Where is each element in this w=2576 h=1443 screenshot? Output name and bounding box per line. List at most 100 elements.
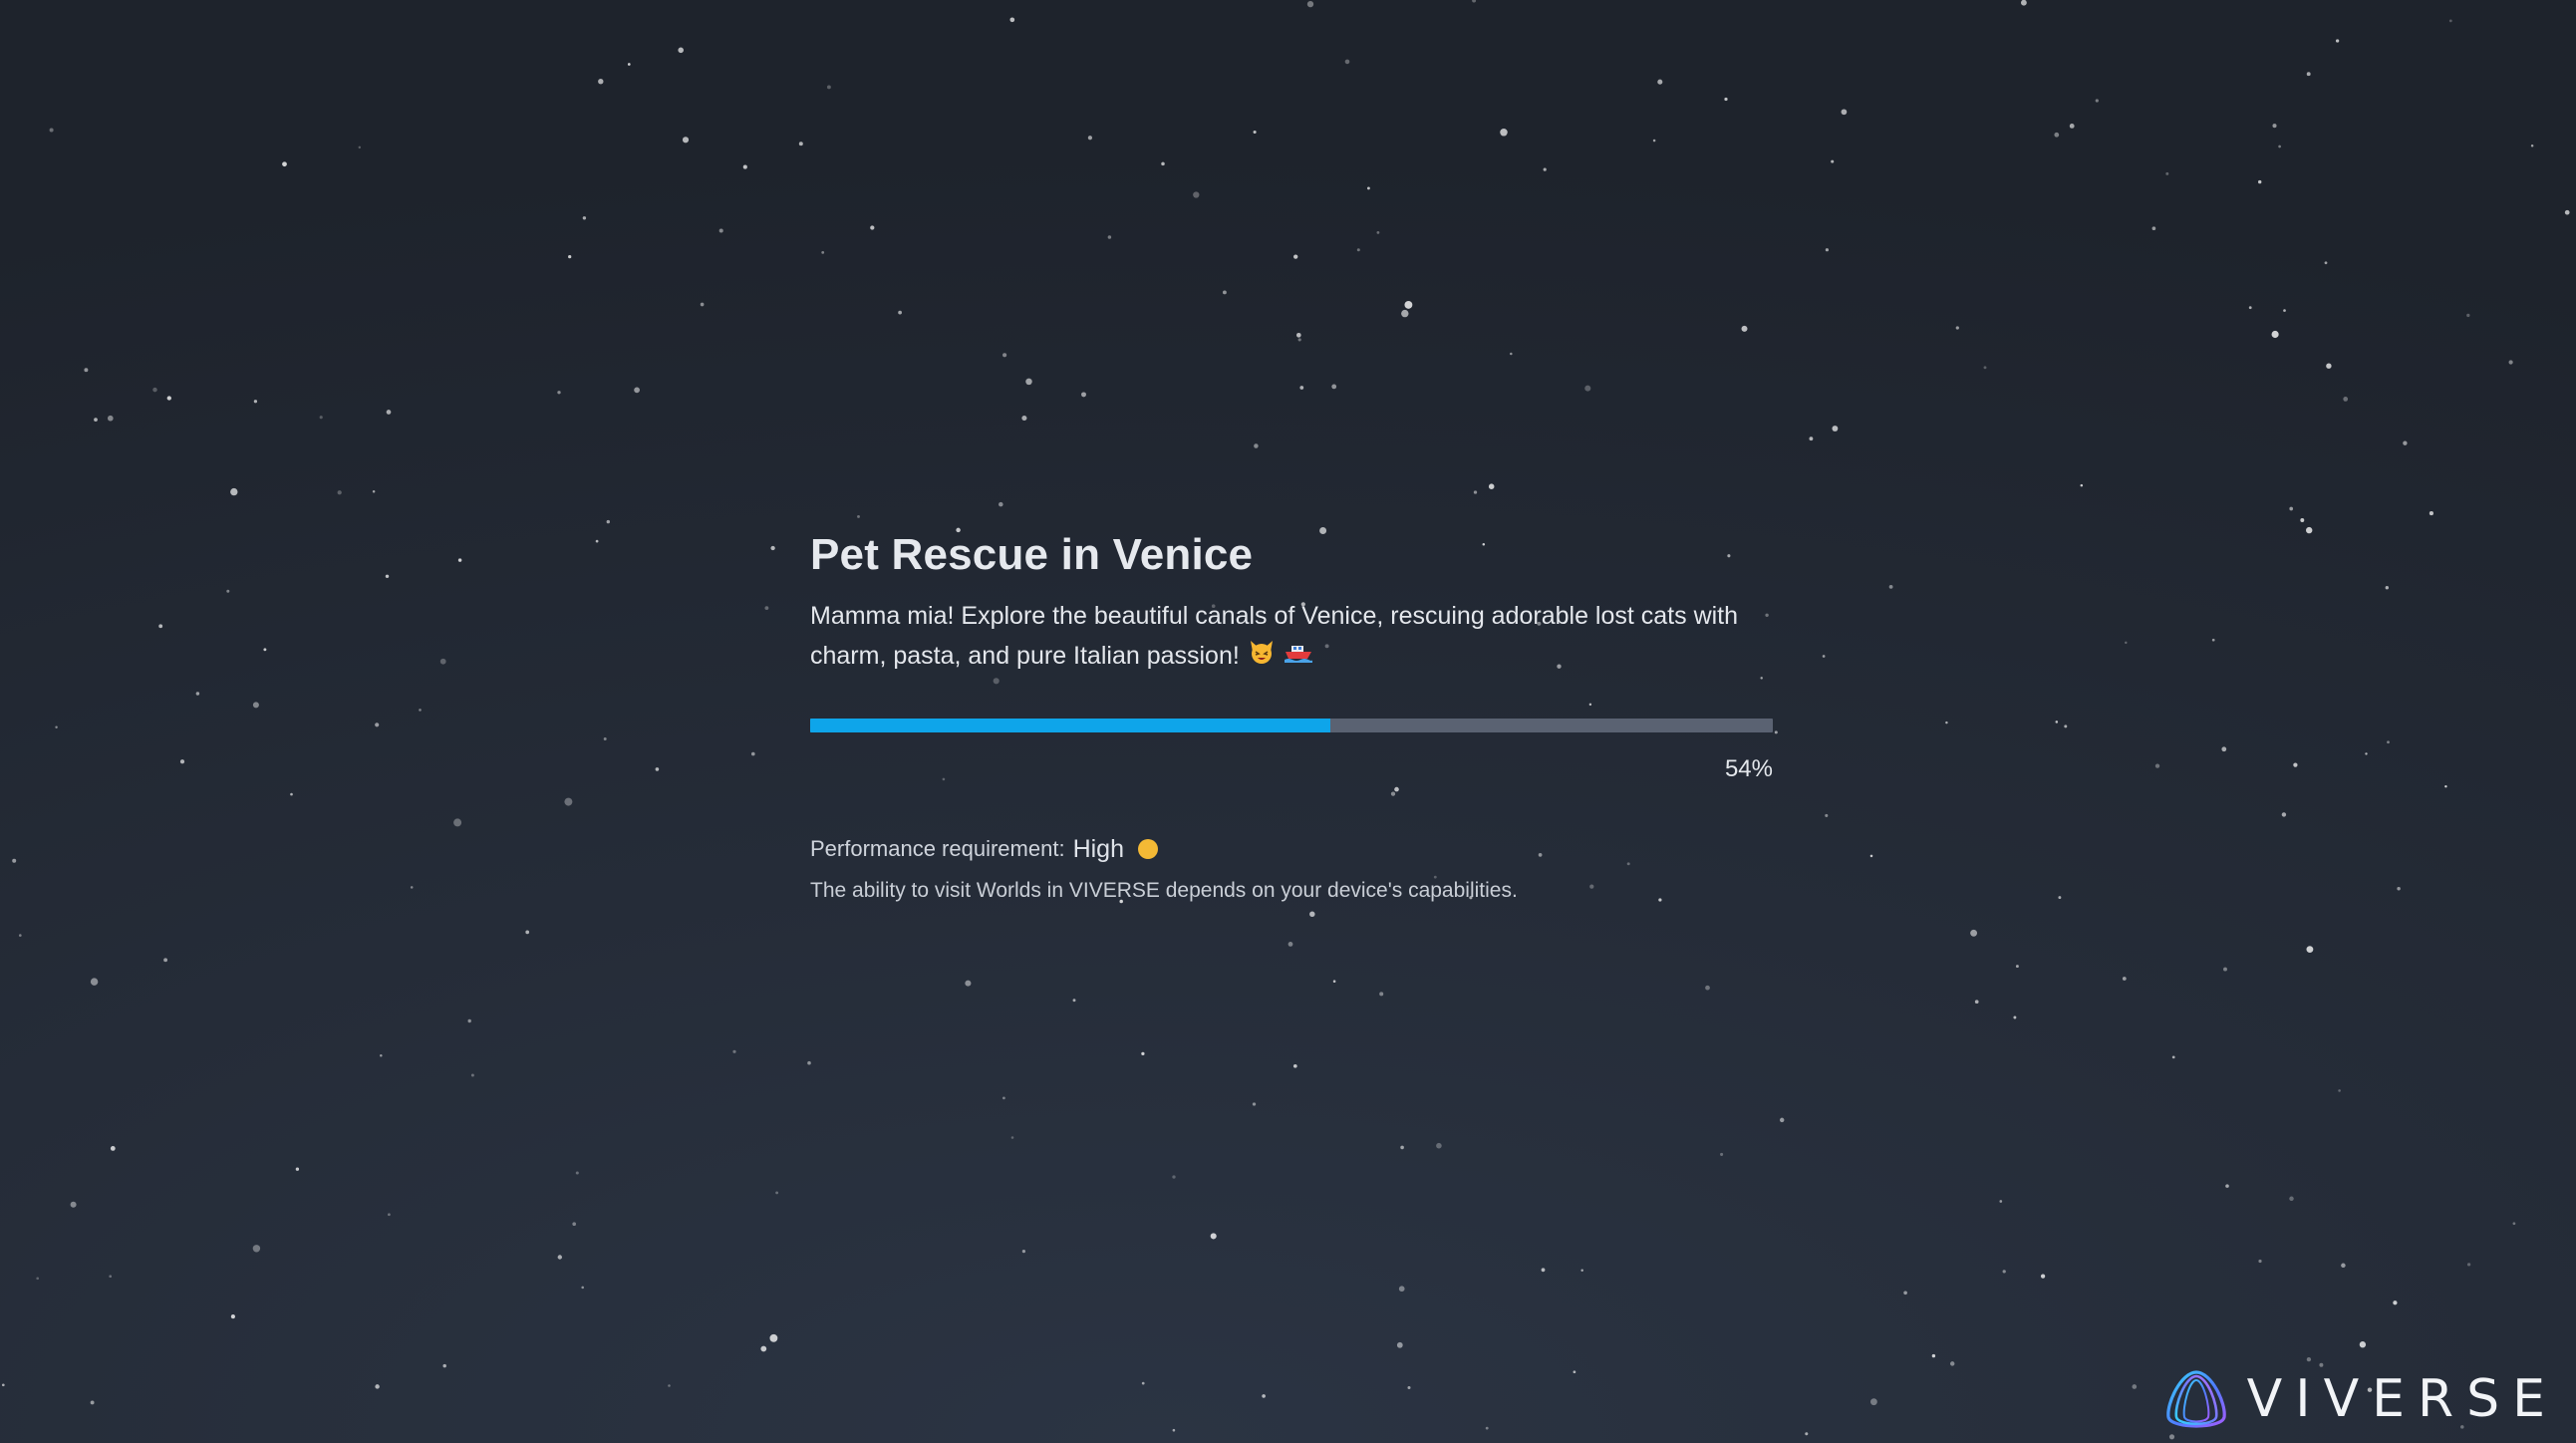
star xyxy=(2385,586,2389,590)
star xyxy=(1488,483,1495,489)
star xyxy=(732,1049,736,1053)
star xyxy=(2338,1089,2341,1092)
star xyxy=(1407,1385,1411,1390)
star xyxy=(1931,1353,1936,1358)
star xyxy=(606,519,610,524)
star xyxy=(2040,1274,2046,1279)
star xyxy=(655,767,660,771)
star xyxy=(1141,1381,1145,1385)
star xyxy=(2211,638,2215,642)
star xyxy=(2271,330,2279,339)
star xyxy=(2223,967,2227,972)
star xyxy=(1021,415,1027,422)
star xyxy=(253,400,258,404)
star xyxy=(1888,585,1893,589)
star xyxy=(439,658,446,665)
star xyxy=(2221,746,2227,752)
star xyxy=(295,1167,300,1171)
star xyxy=(1009,17,1015,23)
star xyxy=(678,47,684,54)
star xyxy=(1949,1361,1955,1366)
star xyxy=(2258,179,2262,184)
world-loading-panel: Pet Rescue in Venice Mamma mia! Explore … xyxy=(810,526,1773,906)
star xyxy=(1652,139,1656,143)
star xyxy=(1805,1432,1809,1436)
star xyxy=(195,692,200,696)
star xyxy=(410,886,414,889)
star xyxy=(1398,1286,1405,1293)
star xyxy=(627,63,631,66)
star xyxy=(1210,1233,1217,1240)
star xyxy=(2393,1300,2398,1305)
star xyxy=(1253,130,1257,135)
star xyxy=(1825,813,1829,817)
star xyxy=(798,142,803,146)
star xyxy=(2326,363,2332,369)
star xyxy=(179,759,185,764)
star xyxy=(90,1400,95,1405)
star xyxy=(1825,248,1829,252)
performance-note: The ability to visit Worlds in VIVERSE d… xyxy=(810,879,1518,903)
star xyxy=(1832,426,1839,432)
boat-emoji xyxy=(1284,637,1313,677)
star xyxy=(870,225,875,230)
star xyxy=(965,980,972,987)
viverse-wordmark: VIVERSE xyxy=(2246,1369,2558,1429)
star xyxy=(375,1384,380,1389)
star xyxy=(49,128,54,133)
star xyxy=(18,934,22,937)
star xyxy=(2306,72,2311,77)
star xyxy=(2125,641,2128,645)
star xyxy=(668,1384,671,1387)
star xyxy=(557,1255,562,1260)
star xyxy=(760,1345,767,1352)
star xyxy=(2341,1263,2346,1269)
star xyxy=(453,818,462,827)
star xyxy=(2512,1222,2516,1226)
star xyxy=(358,145,362,149)
star xyxy=(109,1275,113,1279)
star xyxy=(2403,440,2408,445)
star xyxy=(110,1146,116,1151)
star xyxy=(252,1245,261,1253)
star xyxy=(1945,721,1948,724)
star xyxy=(1193,191,1200,198)
star xyxy=(1473,490,1478,494)
star xyxy=(1293,254,1298,259)
star xyxy=(2122,977,2127,981)
star xyxy=(2359,1341,2367,1348)
star xyxy=(1292,1063,1297,1068)
star xyxy=(2013,1015,2017,1019)
star xyxy=(419,709,422,712)
star xyxy=(442,1363,446,1368)
star xyxy=(1869,854,1873,858)
star xyxy=(1974,1000,1979,1005)
star xyxy=(467,1018,471,1023)
star xyxy=(1297,338,1301,342)
star xyxy=(581,1286,584,1290)
star xyxy=(1295,332,1301,338)
star xyxy=(1107,235,1112,239)
star xyxy=(2154,763,2160,768)
loading-progress-percent: 54% xyxy=(1724,755,1773,783)
star xyxy=(2387,740,2390,744)
star xyxy=(226,589,230,593)
star xyxy=(372,489,376,493)
star xyxy=(634,387,640,394)
star xyxy=(2335,39,2340,43)
star xyxy=(2281,812,2287,817)
star xyxy=(163,958,168,963)
star xyxy=(572,1222,577,1227)
star xyxy=(2306,946,2314,954)
star xyxy=(857,514,860,518)
star xyxy=(166,396,171,401)
star xyxy=(2306,526,2313,534)
star xyxy=(1021,1249,1026,1254)
star xyxy=(1657,79,1663,85)
star xyxy=(1309,911,1315,918)
star xyxy=(1288,942,1293,947)
loading-progress-bar xyxy=(810,719,1773,733)
star xyxy=(1262,1394,1266,1398)
star xyxy=(1903,1291,1907,1296)
star xyxy=(388,1213,391,1217)
